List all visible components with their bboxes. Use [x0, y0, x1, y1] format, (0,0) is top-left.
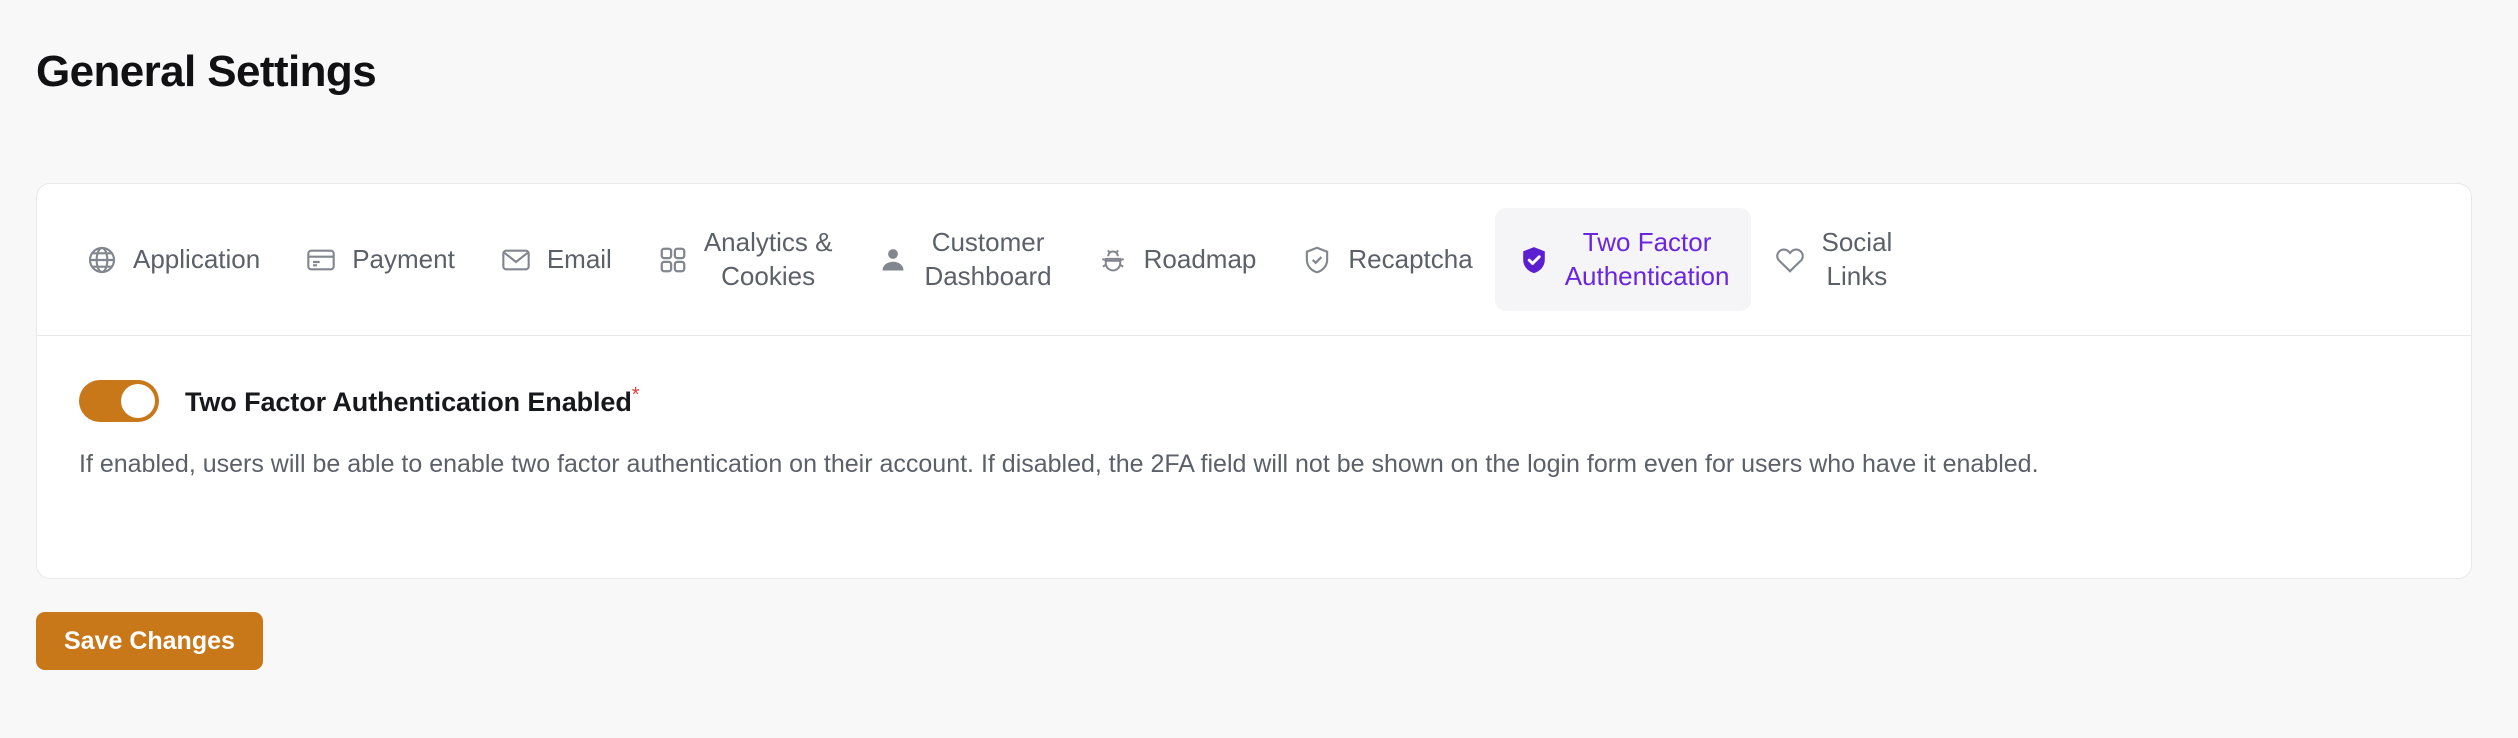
tab-label: Social Links [1821, 227, 1893, 291]
settings-page: General Settings Application Payment Email… [0, 0, 2518, 738]
tab-recaptcha[interactable]: Recaptcha [1278, 225, 1494, 295]
shield-check-outline-icon [1300, 243, 1334, 277]
tab-label: Analytics & Cookies [703, 227, 833, 291]
tab-label: Two Factor Authentication [1564, 227, 1730, 291]
tab-label: Customer Dashboard [924, 227, 1052, 291]
toggle-knob [121, 384, 155, 418]
settings-tabstrip: Application Payment Email Analytics & Cooki… [37, 184, 2471, 336]
tab-label: Payment [352, 243, 455, 274]
heart-icon [1773, 243, 1807, 277]
tab-email[interactable]: Email [477, 225, 634, 295]
tab-label: Recaptcha [1348, 243, 1473, 274]
tab-social-links[interactable]: Social Links [1751, 208, 1914, 311]
two-factor-toggle-row: Two Factor Authentication Enabled* [79, 380, 2429, 422]
tab-analytics-&-cookies[interactable]: Analytics & Cookies [634, 208, 855, 311]
tab-label: Application [133, 243, 261, 274]
two-factor-toggle-label: Two Factor Authentication Enabled* [185, 384, 640, 418]
two-factor-enabled-toggle[interactable] [79, 380, 159, 422]
user-icon [876, 243, 910, 277]
tab-roadmap[interactable]: Roadmap [1074, 225, 1279, 295]
save-changes-button[interactable]: Save Changes [36, 612, 263, 670]
tab-label: Roadmap [1143, 243, 1257, 274]
tab-label: Email [546, 243, 612, 274]
toggle-label-text: Two Factor Authentication Enabled [185, 387, 632, 417]
tab-payment[interactable]: Payment [282, 225, 477, 295]
shield-check-filled-icon [1517, 243, 1551, 277]
credit-card-icon [304, 243, 338, 277]
tab-customer-dashboard[interactable]: Customer Dashboard [854, 208, 1073, 311]
required-marker: * [631, 384, 640, 406]
settings-card: Application Payment Email Analytics & Cooki… [36, 183, 2472, 579]
globe-icon [85, 243, 119, 277]
bug-icon [1096, 243, 1130, 277]
two-factor-panel: Two Factor Authentication Enabled* If en… [37, 336, 2471, 483]
two-factor-help-text: If enabled, users will be able to enable… [79, 450, 2039, 478]
tab-application[interactable]: Application [63, 225, 282, 295]
grid-squares-icon [656, 243, 690, 277]
envelope-icon [499, 243, 533, 277]
tab-two-factor-authentication[interactable]: Two Factor Authentication [1494, 208, 1752, 311]
page-title: General Settings [36, 47, 377, 96]
